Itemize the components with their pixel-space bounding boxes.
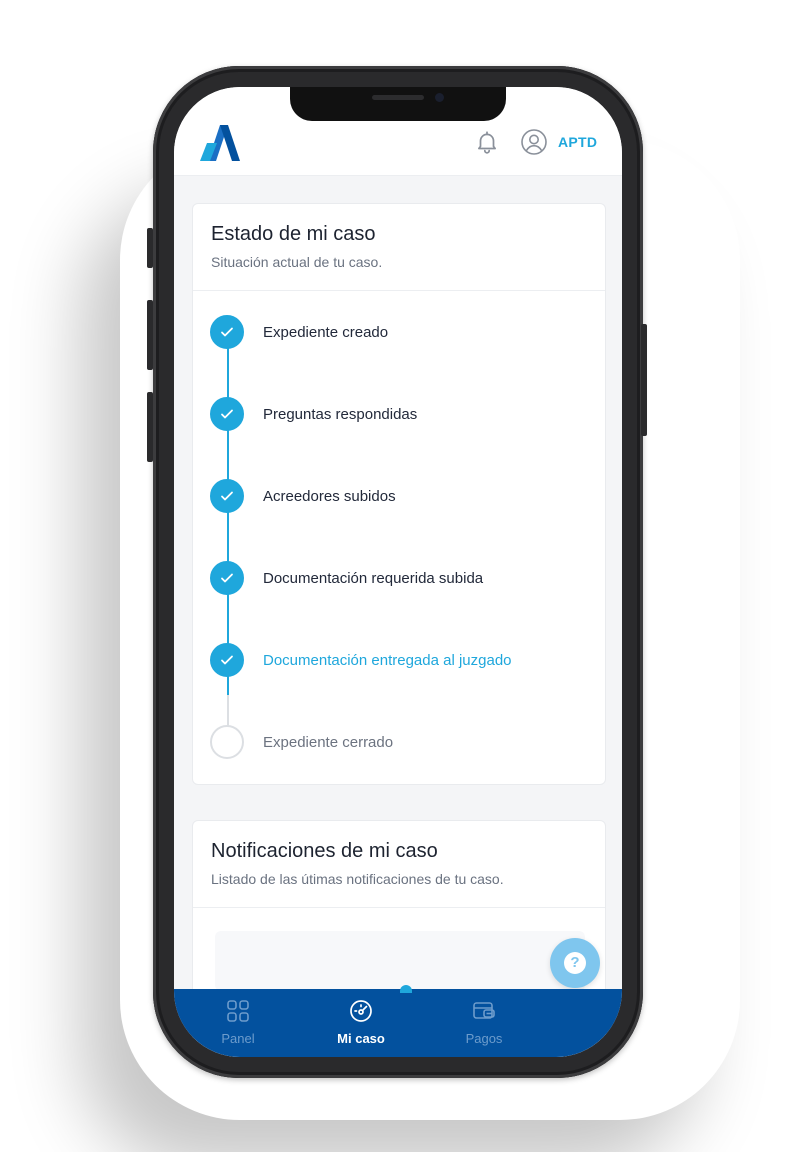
- phone-side-button: [147, 228, 153, 268]
- nav-item-pagos[interactable]: Pagos: [424, 989, 544, 1057]
- notch: [290, 87, 506, 121]
- nav-label: Panel: [221, 1031, 255, 1046]
- wallet-icon: [473, 1002, 495, 1019]
- check-circle-icon: [210, 397, 244, 431]
- check-circle-icon: [210, 561, 244, 595]
- step-label: Preguntas respondidas: [263, 406, 418, 423]
- timeline-step: Expediente creado: [193, 313, 605, 353]
- card-subtitle: Situación actual de tu caso.: [211, 254, 383, 270]
- timeline-step: Preguntas respondidas: [193, 395, 605, 435]
- help-button[interactable]: ?: [550, 938, 600, 988]
- gauge-icon: [350, 1000, 372, 1022]
- brand-a-logo[interactable]: [198, 117, 246, 165]
- nav-item-mi-caso[interactable]: Mi caso: [301, 989, 421, 1057]
- phone-side-button: [147, 300, 153, 370]
- step-label: Expediente cerrado: [263, 734, 394, 751]
- step-label: Documentación entregada al juzgado: [263, 652, 512, 669]
- timeline-step-pending: Expediente cerrado: [193, 723, 605, 763]
- camera: [435, 93, 444, 102]
- timeline-step: Acreedores subidos: [193, 477, 605, 517]
- grid-icon: [227, 1000, 249, 1022]
- empty-circle-icon: [210, 725, 244, 759]
- step-label: Acreedores subidos: [263, 488, 396, 505]
- case-status-card: Estado de mi caso Situación actual de tu…: [192, 203, 606, 785]
- card-subtitle: Listado de las útimas notificaciones de …: [211, 871, 504, 887]
- question-icon: ?: [564, 952, 586, 974]
- check-circle-icon: [210, 479, 244, 513]
- phone-side-button: [641, 324, 647, 436]
- step-label: Documentación requerida subida: [263, 570, 484, 587]
- card-header: Estado de mi caso Situación actual de tu…: [193, 204, 605, 291]
- check-circle-icon: [210, 315, 244, 349]
- card-header: Notificaciones de mi caso Listado de las…: [193, 821, 605, 908]
- timeline-step-current: Documentación entregada al juzgado: [193, 641, 605, 681]
- nav-item-panel[interactable]: Panel: [178, 989, 298, 1057]
- nav-label: Pagos: [465, 1031, 503, 1046]
- bottom-navigation: Panel Mi caso Pagos: [174, 985, 622, 1057]
- phone-screen: APTD Estado de mi caso Situación actual …: [174, 87, 622, 1057]
- user-circle-icon[interactable]: [520, 128, 548, 156]
- user-name[interactable]: APTD: [558, 134, 597, 150]
- speaker: [372, 95, 424, 100]
- phone-side-button: [147, 392, 153, 462]
- bell-icon[interactable]: [474, 129, 500, 155]
- step-label: Expediente creado: [263, 324, 389, 341]
- nav-label: Mi caso: [337, 1031, 385, 1046]
- timeline-step: Documentación requerida subida: [193, 559, 605, 599]
- notifications-list-area: [215, 931, 585, 991]
- card-title: Notificaciones de mi caso: [211, 840, 438, 862]
- card-title: Estado de mi caso: [211, 223, 376, 245]
- check-circle-icon: [210, 643, 244, 677]
